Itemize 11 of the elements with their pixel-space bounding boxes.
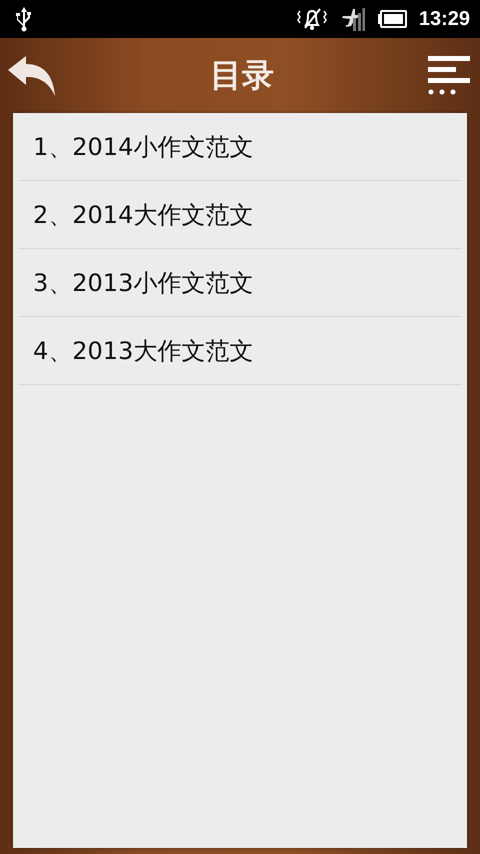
usb-icon [14,6,34,32]
list-item[interactable]: 4、2013大作文范文 [18,317,462,385]
list-item[interactable]: 2、2014大作文范文 [18,181,462,249]
page-title: 目录 [210,54,274,96]
back-icon[interactable] [6,54,56,98]
battery-icon [376,10,407,28]
list-item[interactable]: 3、2013小作文范文 [18,249,462,317]
clock: 13:29 [418,8,470,30]
menu-icon[interactable] [428,56,470,96]
list-item[interactable]: 1、2014小作文范文 [18,113,462,181]
muted-bell-icon [296,6,327,32]
